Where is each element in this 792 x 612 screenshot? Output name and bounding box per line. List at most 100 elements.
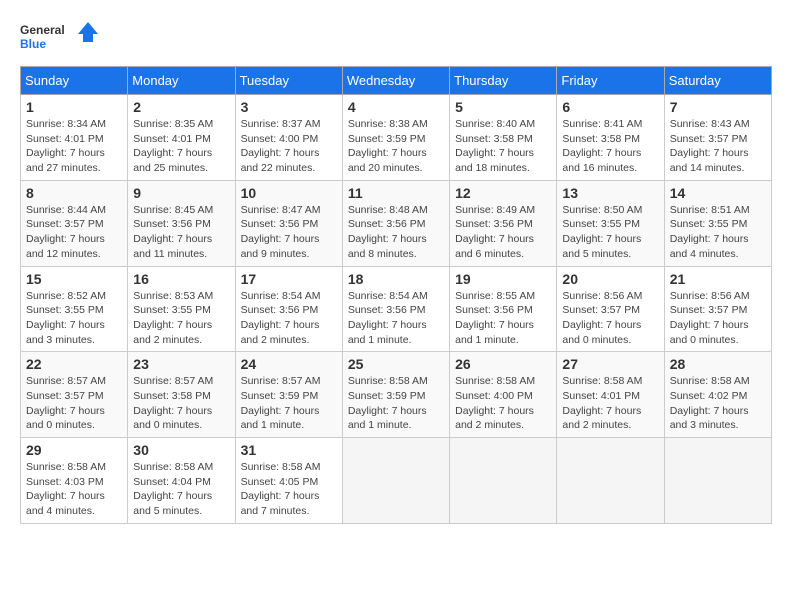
day-info: Sunrise: 8:57 AMSunset: 3:58 PMDaylight:…	[133, 374, 229, 433]
day-info: Sunrise: 8:35 AMSunset: 4:01 PMDaylight:…	[133, 117, 229, 176]
calendar-cell: 8 Sunrise: 8:44 AMSunset: 3:57 PMDaylight…	[21, 180, 128, 266]
day-number: 21	[670, 271, 766, 287]
svg-text:Blue: Blue	[20, 37, 46, 50]
day-info: Sunrise: 8:51 AMSunset: 3:55 PMDaylight:…	[670, 203, 766, 262]
calendar-cell: 23 Sunrise: 8:57 AMSunset: 3:58 PMDayligh…	[128, 352, 235, 438]
calendar-cell: 5Sunrise: 8:40 AMSunset: 3:58 PMDaylight…	[450, 95, 557, 181]
week-row-5: 29Sunrise: 8:58 AMSunset: 4:03 PMDayligh…	[21, 438, 772, 524]
day-number: 14	[670, 185, 766, 201]
day-number: 23	[133, 356, 229, 372]
calendar-cell: 18 Sunrise: 8:54 AMSunset: 3:56 PMDayligh…	[342, 266, 449, 352]
day-info: Sunrise: 8:56 AMSunset: 3:57 PMDaylight:…	[562, 289, 658, 348]
logo-icon: General Blue	[20, 20, 100, 50]
calendar-cell	[664, 438, 771, 524]
day-number: 31	[241, 442, 337, 458]
day-number: 15	[26, 271, 122, 287]
calendar-cell: 9 Sunrise: 8:45 AMSunset: 3:56 PMDaylight…	[128, 180, 235, 266]
day-number: 18	[348, 271, 444, 287]
calendar-cell	[557, 438, 664, 524]
header-saturday: Saturday	[664, 67, 771, 95]
calendar-cell: 25 Sunrise: 8:58 AMSunset: 3:59 PMDayligh…	[342, 352, 449, 438]
day-info: Sunrise: 8:38 AMSunset: 3:59 PMDaylight:…	[348, 117, 444, 176]
day-info: Sunrise: 8:52 AMSunset: 3:55 PMDaylight:…	[26, 289, 122, 348]
header-monday: Monday	[128, 67, 235, 95]
calendar-cell: 17Sunrise: 8:54 AMSunset: 3:56 PMDayligh…	[235, 266, 342, 352]
day-info: Sunrise: 8:58 AMSunset: 4:04 PMDaylight:…	[133, 460, 229, 519]
day-number: 16	[133, 271, 229, 287]
calendar-cell: 11 Sunrise: 8:48 AMSunset: 3:56 PMDayligh…	[342, 180, 449, 266]
calendar-cell: 4 Sunrise: 8:38 AMSunset: 3:59 PMDaylight…	[342, 95, 449, 181]
header-thursday: Thursday	[450, 67, 557, 95]
day-info: Sunrise: 8:58 AMSunset: 4:00 PMDaylight:…	[455, 374, 551, 433]
day-info: Sunrise: 8:57 AMSunset: 3:57 PMDaylight:…	[26, 374, 122, 433]
day-info: Sunrise: 8:41 AMSunset: 3:58 PMDaylight:…	[562, 117, 658, 176]
day-number: 12	[455, 185, 551, 201]
page-header: General Blue	[20, 20, 772, 50]
calendar-cell: 12 Sunrise: 8:49 AMSunset: 3:56 PMDayligh…	[450, 180, 557, 266]
calendar-cell: 7 Sunrise: 8:43 AMSunset: 3:57 PMDaylight…	[664, 95, 771, 181]
day-number: 1	[26, 99, 122, 115]
calendar-cell: 1 Sunrise: 8:34 AMSunset: 4:01 PMDaylight…	[21, 95, 128, 181]
calendar-table: SundayMondayTuesdayWednesdayThursdayFrid…	[20, 66, 772, 524]
day-number: 7	[670, 99, 766, 115]
header-sunday: Sunday	[21, 67, 128, 95]
week-row-4: 22 Sunrise: 8:57 AMSunset: 3:57 PMDayligh…	[21, 352, 772, 438]
calendar-cell: 15 Sunrise: 8:52 AMSunset: 3:55 PMDayligh…	[21, 266, 128, 352]
day-number: 22	[26, 356, 122, 372]
day-info: Sunrise: 8:58 AMSunset: 4:02 PMDaylight:…	[670, 374, 766, 433]
header-row: SundayMondayTuesdayWednesdayThursdayFrid…	[21, 67, 772, 95]
day-number: 10	[241, 185, 337, 201]
day-info: Sunrise: 8:58 AMSunset: 3:59 PMDaylight:…	[348, 374, 444, 433]
day-info: Sunrise: 8:49 AMSunset: 3:56 PMDaylight:…	[455, 203, 551, 262]
day-number: 17	[241, 271, 337, 287]
calendar-cell: 24 Sunrise: 8:57 AMSunset: 3:59 PMDayligh…	[235, 352, 342, 438]
day-number: 26	[455, 356, 551, 372]
day-info: Sunrise: 8:48 AMSunset: 3:56 PMDaylight:…	[348, 203, 444, 262]
calendar-cell: 16 Sunrise: 8:53 AMSunset: 3:55 PMDayligh…	[128, 266, 235, 352]
calendar-cell: 30 Sunrise: 8:58 AMSunset: 4:04 PMDayligh…	[128, 438, 235, 524]
day-number: 8	[26, 185, 122, 201]
calendar-cell: 29Sunrise: 8:58 AMSunset: 4:03 PMDayligh…	[21, 438, 128, 524]
day-info: Sunrise: 8:54 AMSunset: 3:56 PMDaylight:…	[348, 289, 444, 348]
day-info: Sunrise: 8:58 AMSunset: 4:03 PMDaylight:…	[26, 460, 122, 519]
day-number: 11	[348, 185, 444, 201]
week-row-3: 15 Sunrise: 8:52 AMSunset: 3:55 PMDayligh…	[21, 266, 772, 352]
day-info: Sunrise: 8:57 AMSunset: 3:59 PMDaylight:…	[241, 374, 337, 433]
day-number: 24	[241, 356, 337, 372]
day-number: 20	[562, 271, 658, 287]
calendar-cell: 3Sunrise: 8:37 AMSunset: 4:00 PMDaylight…	[235, 95, 342, 181]
day-info: Sunrise: 8:34 AMSunset: 4:01 PMDaylight:…	[26, 117, 122, 176]
header-tuesday: Tuesday	[235, 67, 342, 95]
day-info: Sunrise: 8:58 AMSunset: 4:05 PMDaylight:…	[241, 460, 337, 519]
day-info: Sunrise: 8:45 AMSunset: 3:56 PMDaylight:…	[133, 203, 229, 262]
calendar-cell: 13Sunrise: 8:50 AMSunset: 3:55 PMDayligh…	[557, 180, 664, 266]
day-info: Sunrise: 8:43 AMSunset: 3:57 PMDaylight:…	[670, 117, 766, 176]
day-info: Sunrise: 8:56 AMSunset: 3:57 PMDaylight:…	[670, 289, 766, 348]
day-info: Sunrise: 8:58 AMSunset: 4:01 PMDaylight:…	[562, 374, 658, 433]
week-row-1: 1 Sunrise: 8:34 AMSunset: 4:01 PMDaylight…	[21, 95, 772, 181]
day-number: 28	[670, 356, 766, 372]
day-number: 3	[241, 99, 337, 115]
calendar-cell: 10Sunrise: 8:47 AMSunset: 3:56 PMDayligh…	[235, 180, 342, 266]
day-number: 4	[348, 99, 444, 115]
day-info: Sunrise: 8:53 AMSunset: 3:55 PMDaylight:…	[133, 289, 229, 348]
calendar-cell: 20 Sunrise: 8:56 AMSunset: 3:57 PMDayligh…	[557, 266, 664, 352]
calendar-cell	[342, 438, 449, 524]
calendar-cell: 22 Sunrise: 8:57 AMSunset: 3:57 PMDayligh…	[21, 352, 128, 438]
calendar-cell: 26 Sunrise: 8:58 AMSunset: 4:00 PMDayligh…	[450, 352, 557, 438]
calendar-cell: 19Sunrise: 8:55 AMSunset: 3:56 PMDayligh…	[450, 266, 557, 352]
header-friday: Friday	[557, 67, 664, 95]
header-wednesday: Wednesday	[342, 67, 449, 95]
logo: General Blue	[20, 20, 100, 50]
day-info: Sunrise: 8:50 AMSunset: 3:55 PMDaylight:…	[562, 203, 658, 262]
week-row-2: 8 Sunrise: 8:44 AMSunset: 3:57 PMDaylight…	[21, 180, 772, 266]
day-number: 30	[133, 442, 229, 458]
calendar-cell: 14 Sunrise: 8:51 AMSunset: 3:55 PMDayligh…	[664, 180, 771, 266]
day-number: 6	[562, 99, 658, 115]
day-info: Sunrise: 8:44 AMSunset: 3:57 PMDaylight:…	[26, 203, 122, 262]
day-number: 5	[455, 99, 551, 115]
day-number: 27	[562, 356, 658, 372]
calendar-cell: 27 Sunrise: 8:58 AMSunset: 4:01 PMDayligh…	[557, 352, 664, 438]
day-number: 25	[348, 356, 444, 372]
day-number: 9	[133, 185, 229, 201]
